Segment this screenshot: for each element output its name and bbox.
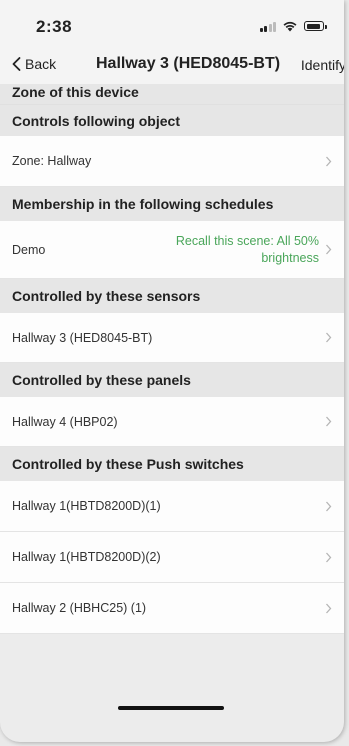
status-icons <box>259 20 327 32</box>
chevron-right-icon <box>326 603 332 613</box>
section-header-push-switches: Controlled by these Push switches <box>0 447 344 481</box>
push-switch-row[interactable]: Hallway 2 (HBHC25) (1) <box>0 583 344 634</box>
battery-icon <box>304 21 327 31</box>
chevron-right-icon <box>326 244 332 255</box>
section-header-controls: Controls following object <box>0 104 344 136</box>
chevron-right-icon <box>326 416 332 427</box>
back-label: Back <box>25 56 57 72</box>
schedule-row-label: Demo <box>12 242 46 257</box>
device-details-list: Zone of this device Controls following o… <box>0 84 344 634</box>
sensor-row[interactable]: Hallway 3 (HED8045-BT) <box>0 313 344 363</box>
schedule-row[interactable]: Demo Recall this scene: All 50% brightne… <box>0 221 344 279</box>
chevron-right-icon <box>326 332 332 343</box>
zone-row-label: Zone: Hallway <box>12 154 92 168</box>
status-bar: 2:38 <box>0 0 344 52</box>
chevron-right-icon <box>326 552 332 562</box>
zone-row[interactable]: Zone: Hallway <box>0 136 344 187</box>
chevron-left-icon <box>12 57 21 71</box>
push-switch-row-label: Hallway 1(HBTD8200D)(1) <box>12 499 161 513</box>
push-switch-row[interactable]: Hallway 1(HBTD8200D)(1) <box>0 481 344 532</box>
panel-row[interactable]: Hallway 4 (HBP02) <box>0 397 344 447</box>
page-title: Hallway 3 (HED8045-BT) <box>96 55 281 72</box>
schedule-row-detail: Recall this scene: All 50% brightness <box>175 233 319 265</box>
panel-row-label: Hallway 4 (HBP02) <box>12 414 118 429</box>
section-header-zone: Zone of this device <box>0 84 344 104</box>
back-button[interactable]: Back <box>12 56 56 72</box>
push-switch-row-label: Hallway 2 (HBHC25) (1) <box>12 601 147 615</box>
identify-button[interactable]: Identify <box>301 57 344 73</box>
phone-screen: 2:38 Back Hallway 3 (HED8045-BT) Identif… <box>0 0 344 742</box>
push-switch-row[interactable]: Hallway 1(HBTD8200D)(2) <box>0 532 344 583</box>
sensor-row-label: Hallway 3 (HED8045-BT) <box>12 330 153 345</box>
home-indicator[interactable] <box>118 706 224 710</box>
chevron-right-icon <box>326 501 332 511</box>
signal-icon <box>259 21 276 32</box>
section-header-sensors: Controlled by these sensors <box>0 279 344 313</box>
section-header-panels: Controlled by these panels <box>0 363 344 397</box>
status-time: 2:38 <box>36 17 73 36</box>
wifi-icon <box>283 21 297 32</box>
section-header-schedules: Membership in the following schedules <box>0 187 344 221</box>
navigation-bar: Back Hallway 3 (HED8045-BT) Identify <box>0 52 344 84</box>
push-switch-row-label: Hallway 1(HBTD8200D)(2) <box>12 550 161 564</box>
chevron-right-icon <box>326 156 332 166</box>
